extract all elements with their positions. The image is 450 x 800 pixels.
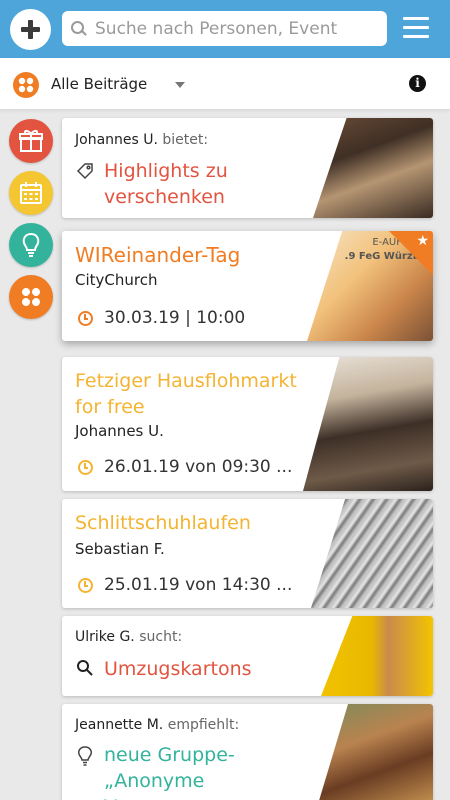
calendar-icon[interactable] bbox=[9, 171, 53, 215]
post-image bbox=[313, 118, 433, 218]
search-input[interactable] bbox=[95, 18, 375, 39]
event-card[interactable]: E-AUFBAU .9 FeG Würzbu ★ WIReinander-Tag… bbox=[62, 231, 433, 341]
logo-icon bbox=[13, 72, 39, 98]
tag-icon bbox=[76, 163, 93, 180]
event-organizer: CityChurch bbox=[75, 271, 158, 289]
chevron-down-icon[interactable] bbox=[175, 82, 185, 88]
info-icon[interactable]: i bbox=[409, 75, 426, 92]
event-image bbox=[311, 499, 433, 608]
star-icon: ★ bbox=[416, 233, 429, 249]
event-card[interactable]: Schlittschuhlaufen Sebastian F. 25.01.19… bbox=[62, 499, 433, 608]
lightbulb-icon[interactable] bbox=[9, 223, 53, 267]
post-author-line: Johannes U. bietet: bbox=[75, 132, 208, 148]
logo-icon[interactable] bbox=[9, 275, 53, 319]
event-image bbox=[303, 357, 433, 491]
clock-icon bbox=[78, 311, 93, 326]
event-organizer: Sebastian F. bbox=[75, 540, 165, 558]
event-organizer: Johannes U. bbox=[75, 422, 164, 440]
event-date: 25.01.19 von 14:30 ... bbox=[104, 575, 293, 595]
hamburger-menu-button[interactable] bbox=[403, 17, 429, 39]
post-author-line: Ulrike G. sucht: bbox=[75, 629, 182, 645]
post-author-line: Jeannette M. empfiehlt: bbox=[75, 717, 239, 733]
event-title[interactable]: WIReinander-Tag bbox=[75, 242, 240, 268]
post-title[interactable]: Highlights zu verschenken bbox=[104, 158, 274, 210]
event-title[interactable]: Fetziger Hausflohmarkt for free bbox=[75, 368, 315, 420]
post-title[interactable]: Umzugskartons bbox=[104, 656, 252, 682]
clock-icon bbox=[78, 460, 93, 475]
post-author[interactable]: Johannes U. bbox=[75, 132, 158, 148]
top-bar bbox=[0, 0, 450, 58]
post-verb: sucht: bbox=[139, 629, 183, 645]
post-card[interactable]: Ulrike G. sucht: Umzugskartons bbox=[62, 616, 433, 696]
search-icon bbox=[71, 20, 87, 37]
post-title[interactable]: neue Gruppe- „Anonyme Vegane... bbox=[104, 742, 294, 800]
post-card[interactable]: Jeannette M. empfiehlt: neue Gruppe- „An… bbox=[62, 704, 433, 800]
gift-icon[interactable] bbox=[9, 119, 53, 163]
search-box[interactable] bbox=[62, 11, 387, 46]
post-image bbox=[321, 616, 433, 696]
filter-bar: Alle Beiträge i bbox=[0, 58, 450, 110]
post-verb: empfiehlt: bbox=[167, 717, 240, 733]
post-author[interactable]: Ulrike G. bbox=[75, 629, 135, 645]
magnifier-icon bbox=[77, 660, 93, 676]
post-card[interactable]: Johannes U. bietet: Highlights zu versch… bbox=[62, 118, 433, 218]
post-author[interactable]: Jeannette M. bbox=[75, 717, 163, 733]
event-title[interactable]: Schlittschuhlaufen bbox=[75, 510, 251, 536]
event-card[interactable]: Fetziger Hausflohmarkt for free Johannes… bbox=[62, 357, 433, 491]
add-button[interactable] bbox=[10, 9, 51, 50]
lightbulb-icon bbox=[78, 746, 92, 766]
clock-icon bbox=[78, 578, 93, 593]
post-image bbox=[315, 704, 433, 800]
post-verb: bietet: bbox=[162, 132, 209, 148]
filter-dropdown-label[interactable]: Alle Beiträge bbox=[51, 75, 147, 93]
event-date: 26.01.19 von 09:30 ... bbox=[104, 457, 293, 477]
event-date: 30.03.19 | 10:00 bbox=[104, 308, 246, 328]
